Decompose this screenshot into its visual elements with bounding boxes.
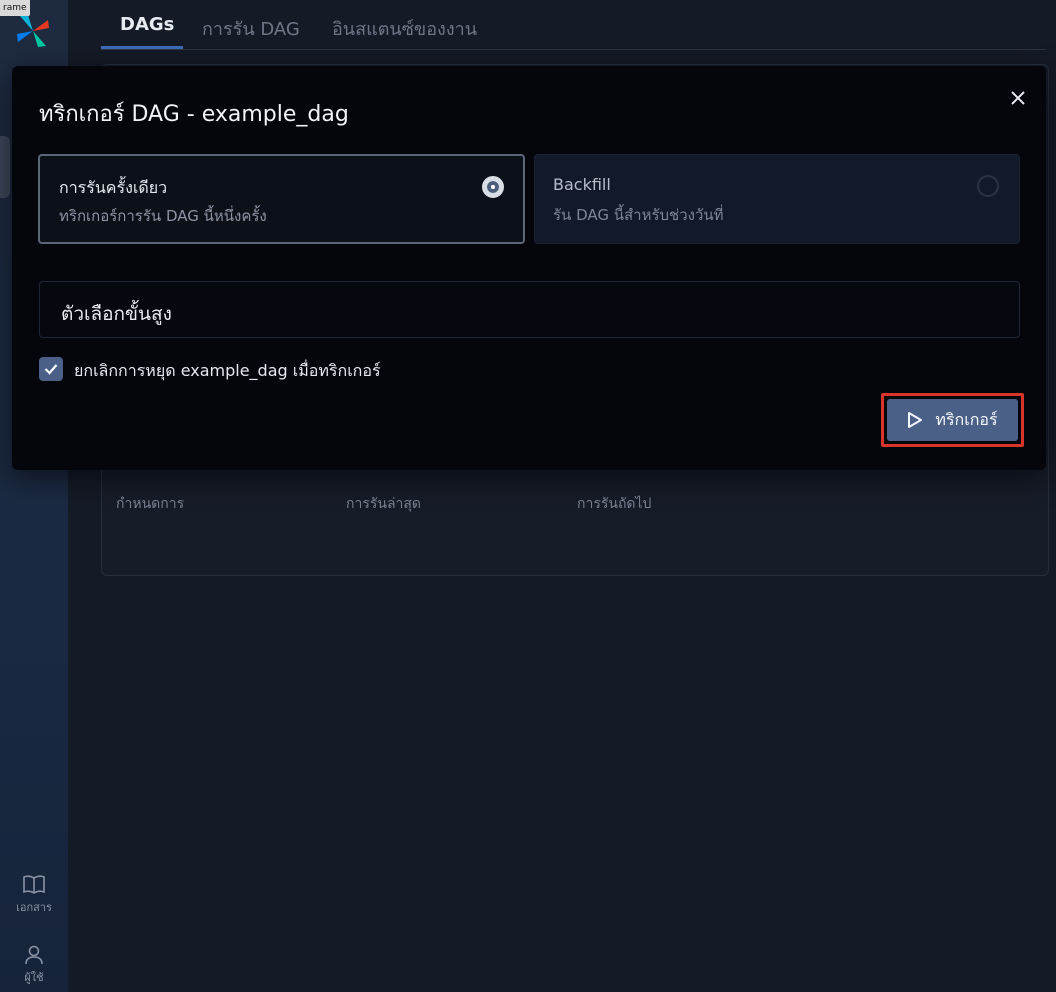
sidebar-item-label: เอกสาร xyxy=(16,901,52,914)
frame-label: rame xyxy=(0,0,30,16)
dialog-title: ทริกเกอร์ DAG - example_dag xyxy=(39,102,349,127)
close-icon xyxy=(1011,91,1025,105)
option-description: ทริกเกอร์การรัน DAG นี้หนึ่งครั้ง xyxy=(59,207,267,225)
column-header-next-run[interactable]: การรันถัดไป xyxy=(577,493,651,515)
sidebar-item-docs[interactable]: เอกสาร xyxy=(0,874,68,916)
sidebar-handle[interactable] xyxy=(0,136,10,198)
column-header-latest-run[interactable]: การรันล่าสุด xyxy=(346,493,421,515)
trigger-button-highlight: ทริกเกอร์ xyxy=(881,393,1024,447)
close-button[interactable] xyxy=(1004,84,1032,112)
tab-task-instances[interactable]: อินสแตนซ์ของงาน xyxy=(332,14,477,43)
check-icon xyxy=(44,364,58,375)
sidebar-item-label: ผู้ใช้ xyxy=(24,971,44,984)
radio-unselected[interactable] xyxy=(977,175,999,197)
tab-dag-runs[interactable]: การรัน DAG xyxy=(202,14,300,43)
trigger-button-label: ทริกเกอร์ xyxy=(935,409,998,429)
play-icon xyxy=(908,412,923,428)
trigger-button[interactable]: ทริกเกอร์ xyxy=(887,399,1018,441)
option-title: การรันครั้งเดียว xyxy=(59,178,168,197)
active-tab-indicator xyxy=(101,46,183,49)
trigger-dag-dialog: ทริกเกอร์ DAG - example_dag การรันครั้งเ… xyxy=(12,66,1046,470)
option-backfill[interactable]: Backfill รัน DAG นี้สำหรับช่วงวันที่ xyxy=(534,154,1020,244)
tab-dags[interactable]: DAGs xyxy=(120,14,174,35)
airflow-logo[interactable] xyxy=(14,12,52,50)
sidebar-item-user[interactable]: ผู้ใช้ xyxy=(0,944,68,986)
unpause-checkbox-label[interactable]: ยกเลิกการหยุด example_dag เมื่อทริกเกอร์ xyxy=(74,359,381,384)
book-icon xyxy=(23,875,45,894)
unpause-checkbox[interactable] xyxy=(39,357,63,381)
radio-selected[interactable] xyxy=(482,176,504,198)
option-title: Backfill xyxy=(553,175,611,194)
advanced-options-label: ตัวเลือกขั้นสูง xyxy=(61,303,172,325)
tab-bar: DAGs การรัน DAG อินสแตนซ์ของงาน xyxy=(101,0,1046,50)
column-header-schedule[interactable]: กำหนดการ xyxy=(116,493,184,515)
option-description: รัน DAG นี้สำหรับช่วงวันที่ xyxy=(553,206,724,224)
user-icon xyxy=(25,945,43,965)
advanced-options-accordion[interactable]: ตัวเลือกขั้นสูง xyxy=(39,281,1020,338)
option-single-run[interactable]: การรันครั้งเดียว ทริกเกอร์การรัน DAG นี้… xyxy=(38,154,525,244)
